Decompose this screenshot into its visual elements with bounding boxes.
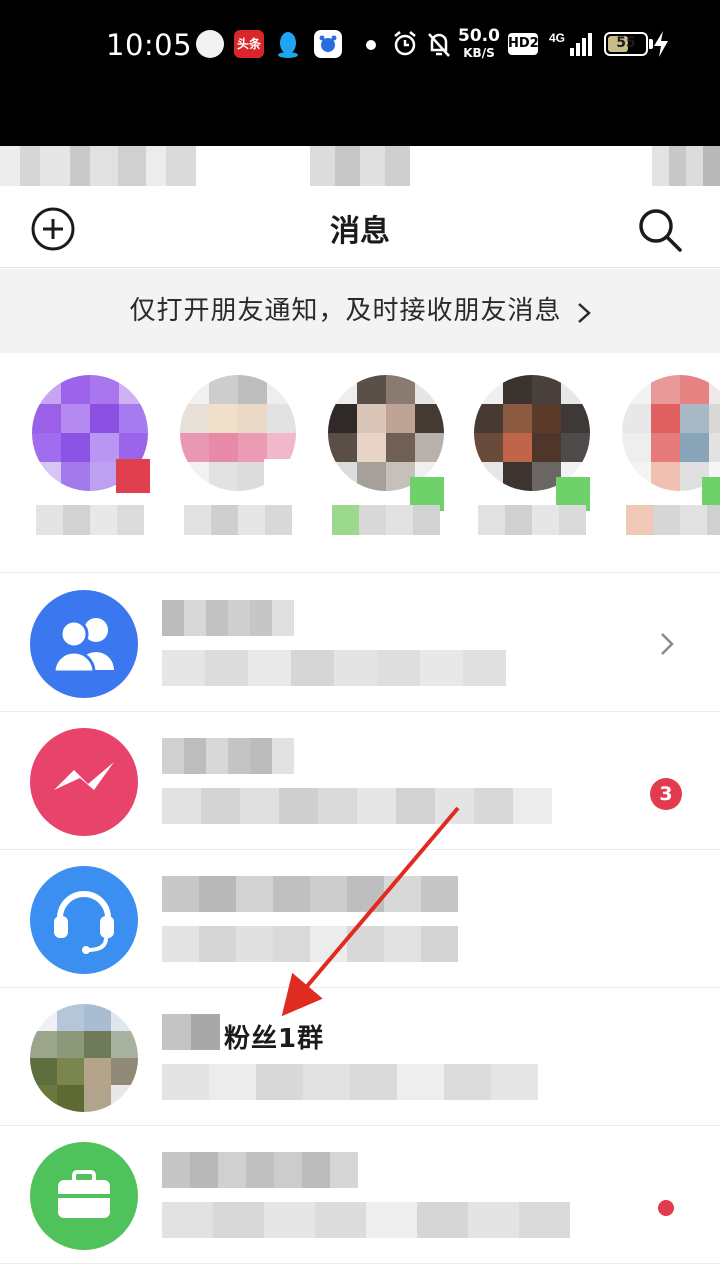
lightning-chat-icon (30, 728, 138, 836)
top-nav-bar: 消息 (0, 186, 720, 268)
blurred-block (0, 146, 196, 186)
friend-name (184, 505, 292, 535)
people-group-icon (30, 590, 138, 698)
group-name: 粉丝1群 (224, 1024, 325, 1054)
alarm-icon (394, 31, 416, 56)
friend-name (478, 505, 586, 535)
avatar (474, 375, 590, 491)
conversation-preview (162, 1064, 538, 1100)
blurred-header-strip (0, 146, 720, 186)
chevron-right-icon (577, 302, 591, 323)
red-dot-icon (658, 1200, 674, 1216)
battery-icon: 55 (604, 32, 648, 56)
hd-label: HD2 (508, 33, 539, 55)
conversation-row[interactable] (0, 574, 720, 712)
conversation-title-prefix (162, 1014, 220, 1050)
status-time: 10:05 (106, 28, 193, 62)
net-speed-unit: KB/S (463, 46, 495, 60)
battery-level: 55 (616, 35, 636, 51)
status-indicator (116, 459, 150, 493)
avatar (622, 375, 720, 491)
status-indicator (264, 459, 298, 493)
friend-name (36, 505, 144, 535)
friend-avatar-item[interactable] (622, 375, 720, 545)
notice-text: 仅打开朋友通知，及时接收朋友消息 (129, 296, 562, 326)
blurred-block (652, 146, 720, 186)
friend-name (626, 505, 720, 535)
conversation-row[interactable]: 粉丝1群 (0, 988, 720, 1126)
conversation-preview (162, 650, 506, 686)
signal-icon: 4G (549, 31, 592, 56)
conversation-title (162, 876, 458, 912)
qq-app-icon (278, 32, 298, 58)
search-icon[interactable] (636, 206, 684, 254)
friend-notification-banner[interactable]: 仅打开朋友通知，及时接收朋友消息 (0, 269, 720, 353)
unread-count-badge: 3 (650, 778, 682, 810)
conversation-row[interactable]: 3 (0, 712, 720, 850)
charging-bolt-icon (654, 31, 668, 57)
conversation-row[interactable] (0, 1126, 720, 1264)
conversation-row[interactable] (0, 850, 720, 988)
notification-dot-icon (366, 40, 376, 50)
conversation-title (162, 738, 294, 774)
chevron-right-icon (661, 633, 674, 655)
friend-avatar-item[interactable] (328, 375, 448, 545)
blurred-block (310, 146, 410, 186)
conversation-preview (162, 926, 458, 962)
briefcase-icon (30, 1142, 138, 1250)
toutiao-app-icon: 头条 (234, 30, 264, 58)
baidu-app-icon (314, 30, 342, 58)
friend-avatar-item[interactable] (180, 375, 300, 545)
mute-bell-icon (428, 33, 450, 57)
friend-name (332, 505, 440, 535)
avatar (328, 375, 444, 491)
robot-app-icon (196, 30, 224, 58)
headset-icon (30, 866, 138, 974)
friend-avatar-item[interactable] (474, 375, 594, 545)
page-title: 消息 (330, 214, 390, 249)
network-label: 4G (549, 31, 565, 45)
net-speed: 50.0 KB/S (458, 26, 500, 60)
group-photo-icon (30, 1004, 138, 1112)
conversation-preview (162, 1202, 570, 1238)
conversation-title (162, 600, 294, 636)
net-speed-value: 50.0 (458, 26, 500, 46)
conversation-preview (162, 788, 552, 824)
friends-row (0, 353, 720, 573)
friend-avatar-item[interactable] (32, 375, 152, 545)
conversation-title (162, 1152, 358, 1188)
status-bar: 10:05 头条 50.0 KB/S HD2 4G 55 (0, 0, 720, 146)
